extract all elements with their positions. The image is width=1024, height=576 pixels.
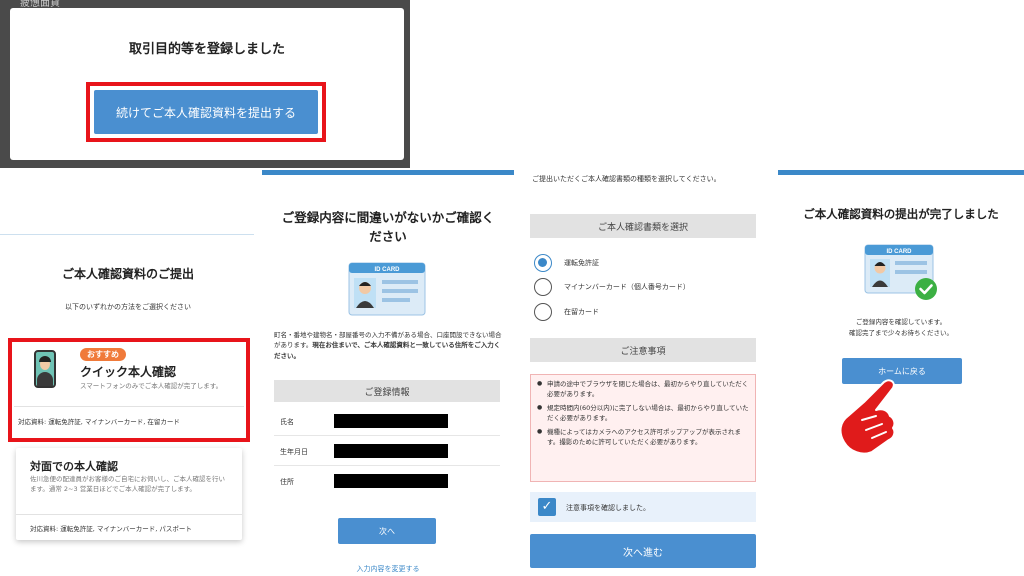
supported-documents: 対応資料: 運転免許証, マイナンバーカード, 在留カード (18, 418, 180, 426)
notice-item: 申請の途中でブラウザを閉じた場合は、最初からやり直していただく必要があります。 (537, 379, 749, 399)
page-subtitle: 以下のいずれかの方法をご選択ください (65, 303, 191, 311)
header-accent-bar (262, 170, 514, 175)
radio-unselected-icon[interactable] (534, 303, 552, 321)
card-divider (14, 406, 244, 407)
recommended-badge: おすすめ (80, 348, 126, 361)
page-intro: ご提出いただくご本人確認書類の種類を選択してください。 (532, 175, 721, 183)
id-card-label: ID CARD (887, 249, 913, 255)
notice-item: 規定時間内(60分以内)に完了しない場合は、最初からやり直していただく必要があり… (537, 403, 749, 423)
page-title: ご登録内容に間違いがないかご確認ください (281, 210, 495, 245)
option-title: クイック本人確認 (80, 365, 177, 379)
smartphone-selfie-icon (34, 350, 56, 388)
pointing-hand-icon (839, 379, 896, 455)
notice-list: 申請の途中でブラウザを閉じた場合は、最初からやり直していただく必要があります。 … (530, 374, 756, 482)
header-accent-bar (778, 170, 1024, 175)
edit-input-link[interactable]: 入力内容を変更する (262, 564, 514, 574)
checkbox-label: 注意事項を確認しました。 (566, 504, 650, 512)
page-title: ご本人確認資料のご提出 (61, 267, 194, 281)
radio-selected-icon[interactable] (534, 254, 552, 272)
redacted-value (334, 474, 448, 488)
method-select-screen: ご本人確認資料のご提出 以下のいずれかの方法をご選択ください おすすめ クイック… (0, 170, 256, 576)
field-label: 氏名 (280, 418, 294, 426)
id-card-icon: ID CARD (348, 262, 426, 316)
id-card-check-icon: ID CARD (864, 244, 937, 300)
section-header: ご本人確認書類を選択 (530, 214, 756, 238)
status-message: ご登録内容を確認しています。 確認完了まで少々お待ちください。 (849, 318, 953, 338)
redacted-value (334, 414, 448, 428)
section-header: ご登録情報 (274, 380, 500, 402)
document-select-screen: ご提出いただくご本人確認書類の種類を選択してください。 ご本人確認書類を選択 運… (522, 170, 774, 576)
field-label: 生年月日 (280, 448, 308, 456)
submit-id-documents-button[interactable]: 続けてご本人確認資料を提出する (94, 90, 318, 134)
agree-checkbox-row[interactable]: ✓ 注意事項を確認しました。 (530, 492, 756, 522)
supported-documents: 対応資料: 運転免許証, マイナンバーカード, パスポート (30, 525, 192, 533)
row-birthdate: 生年月日 (274, 438, 500, 466)
checkbox-checked-icon[interactable]: ✓ (538, 498, 556, 516)
radio-label: 運転免許証 (564, 259, 599, 267)
next-button[interactable]: 次へ (338, 518, 436, 544)
header-divider (0, 234, 254, 235)
face-to-face-verification-option[interactable]: 対面での本人確認 佐川急便の配達員がお客様のご自宅にお伺いし、ご本人確認を行いま… (16, 448, 242, 540)
option-description: 佐川急便の配達員がお客様のご自宅にお伺いし、ご本人確認を行います。通常 2~3 … (30, 475, 225, 494)
submission-complete-screen: ご本人確認資料の提出が完了しました ID CARD ご登録内容を確認しています。… (778, 170, 1024, 576)
redacted-value (334, 444, 448, 458)
page-title: ご本人確認資料の提出が完了しました (803, 207, 999, 221)
notice-item: 機種によってはカメラへのアクセス許可ポップアップが表示されます。撮影のために許可… (537, 427, 749, 447)
completion-dialog: 取引目的等を登録しました 続けてご本人確認資料を提出する (10, 8, 404, 160)
check-circle-icon (915, 278, 937, 300)
modal-overlay: 疲憊面貨 取引目的等を登録しました 続けてご本人確認資料を提出する (0, 0, 410, 168)
address-notice: 町名・番地や建物名・部屋番号の入力不備がある場合、口座開設できない場合があります… (274, 331, 502, 360)
row-address: 住所 (274, 468, 500, 496)
section-header: ご注意事項 (530, 338, 756, 362)
proceed-button[interactable]: 次へ進む (530, 534, 756, 568)
option-description: スマートフォンのみでご本人確認が完了します。 (80, 382, 223, 390)
row-name: 氏名 (274, 408, 500, 436)
quick-verification-option[interactable]: おすすめ クイック本人確認 スマートフォンのみでご本人確認が完了します。 対応資… (14, 344, 244, 436)
dialog-title: 取引目的等を登録しました (128, 42, 285, 57)
radio-label: 在留カード (564, 308, 599, 316)
card-divider (16, 514, 242, 515)
confirm-registration-screen: ご登録内容に間違いがないかご確認ください ID CARD 町名・番地や建物名・部… (262, 170, 514, 576)
radio-unselected-icon[interactable] (534, 278, 552, 296)
option-title: 対面での本人確認 (30, 460, 118, 473)
radio-label: マイナンバーカード（個人番号カード） (564, 283, 690, 291)
field-label: 住所 (280, 478, 294, 486)
id-card-label: ID CARD (375, 267, 401, 273)
